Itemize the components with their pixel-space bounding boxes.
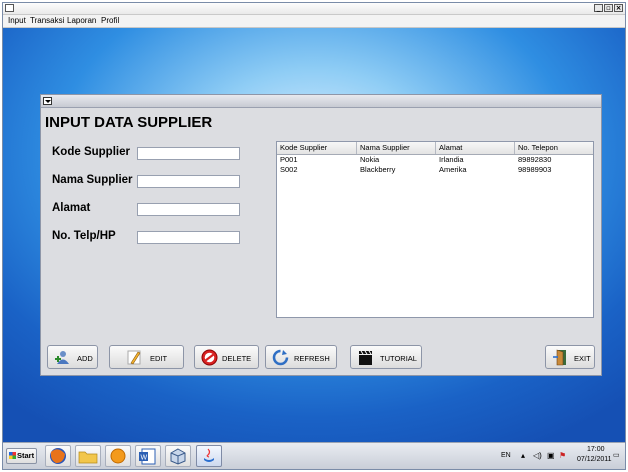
system-tray: EN ▴ ◁) ▣ ⚑ 17:00 07/12/2011 ▭ xyxy=(495,443,625,469)
clock-date[interactable]: 07/12/2011 xyxy=(577,456,612,463)
cell-telepon: 98989903 xyxy=(518,165,552,174)
taskbar-firefox[interactable] xyxy=(45,445,71,467)
add-label: ADD xyxy=(77,354,93,363)
table-header: Kode Supplier Nama Supplier Alamat No. T… xyxy=(277,142,593,155)
volume-icon[interactable]: ◁) xyxy=(533,451,542,460)
cube-icon xyxy=(170,448,186,465)
kode-supplier-input[interactable] xyxy=(137,147,240,160)
taskbar-app-orange[interactable] xyxy=(105,445,131,467)
folder-icon xyxy=(78,451,98,464)
java-app-icon xyxy=(5,4,14,12)
show-desktop-icon[interactable]: ▭ xyxy=(613,451,620,459)
supplier-internal-frame: INPUT DATA SUPPLIER Kode Supplier Nama S… xyxy=(40,94,602,376)
maximize-button[interactable]: ▫ xyxy=(604,4,613,12)
label-kode-supplier: Kode Supplier xyxy=(52,146,130,158)
svg-text:W: W xyxy=(141,455,148,462)
add-user-icon xyxy=(55,351,69,364)
tutorial-button[interactable]: TUTORIAL xyxy=(350,345,422,369)
label-alamat: Alamat xyxy=(52,202,91,214)
menu-input[interactable]: Input xyxy=(8,16,26,25)
clock-time[interactable]: 17:00 xyxy=(587,446,605,453)
refresh-icon xyxy=(272,349,289,366)
cell-alamat: Amerika xyxy=(439,165,467,174)
clapperboard-icon xyxy=(359,350,372,365)
no-telp-input[interactable] xyxy=(137,231,240,244)
header-nama-supplier[interactable]: Nama Supplier xyxy=(357,142,436,154)
table-row[interactable]: S002 Blackberry Amerika 98989903 xyxy=(277,165,593,175)
menu-transaksi[interactable]: Transaksi xyxy=(30,16,64,25)
pencil-icon xyxy=(127,350,141,365)
window-titlebar: _ ▫ × xyxy=(3,3,625,15)
alamat-input[interactable] xyxy=(137,203,240,216)
orange-app-icon xyxy=(110,448,126,464)
firefox-icon xyxy=(50,448,66,464)
header-alamat[interactable]: Alamat xyxy=(436,142,515,154)
cell-nama: Nokia xyxy=(360,155,380,164)
minimize-button[interactable]: _ xyxy=(594,4,603,12)
refresh-button[interactable]: REFRESH xyxy=(265,345,337,369)
desktop-pane: INPUT DATA SUPPLIER Kode Supplier Nama S… xyxy=(3,28,625,443)
edit-label: EDIT xyxy=(150,354,168,363)
no-entry-icon xyxy=(201,349,218,366)
cell-telepon: 89892830 xyxy=(518,155,552,164)
taskbar-virtualbox[interactable] xyxy=(165,445,191,467)
menu-laporan[interactable]: Laporan xyxy=(67,16,96,25)
taskbar: Start W EN ▴ ◁) ▣ ⚑ 17:00 07/12/2011 ▭ xyxy=(3,442,625,469)
menu-bar: Input Transaksi Laporan Profil xyxy=(3,15,625,28)
taskbar-explorer[interactable] xyxy=(75,445,101,467)
language-indicator[interactable]: EN xyxy=(501,452,511,459)
header-no-telepon[interactable]: No. Telepon xyxy=(515,142,593,154)
word-icon: W xyxy=(139,448,156,465)
close-button[interactable]: × xyxy=(614,4,623,12)
label-nama-supplier: Nama Supplier xyxy=(52,174,133,186)
tutorial-label: TUTORIAL xyxy=(380,354,417,363)
exit-button[interactable]: EXIT xyxy=(545,345,595,369)
taskbar-java[interactable] xyxy=(196,445,222,467)
form-title: INPUT DATA SUPPLIER xyxy=(45,114,213,131)
frame-menu-icon[interactable] xyxy=(43,97,52,105)
door-exit-icon xyxy=(553,349,566,366)
exit-label: EXIT xyxy=(574,354,591,363)
edit-button[interactable]: EDIT xyxy=(109,345,184,369)
refresh-label: REFRESH xyxy=(294,354,330,363)
java-icon xyxy=(204,448,214,462)
delete-label: DELETE xyxy=(222,354,252,363)
chevron-up-icon[interactable]: ▴ xyxy=(521,451,525,460)
start-button[interactable]: Start xyxy=(6,448,37,464)
add-button[interactable]: ADD xyxy=(47,345,98,369)
supplier-table[interactable]: Kode Supplier Nama Supplier Alamat No. T… xyxy=(276,141,594,318)
action-center-icon[interactable]: ⚑ xyxy=(559,451,566,460)
table-row[interactable]: P001 Nokia Irlandia 89892830 xyxy=(277,155,593,165)
delete-button[interactable]: DELETE xyxy=(194,345,259,369)
cell-nama: Blackberry xyxy=(360,165,396,174)
internal-frame-titlebar xyxy=(41,95,601,108)
application-window: _ ▫ × Input Transaksi Laporan Profil INP… xyxy=(2,2,626,470)
label-no-telp: No. Telp/HP xyxy=(52,230,116,242)
menu-profil[interactable]: Profil xyxy=(101,16,119,25)
cell-kode: S002 xyxy=(280,165,298,174)
taskbar-word[interactable]: W xyxy=(135,445,161,467)
cell-alamat: Irlandia xyxy=(439,155,464,164)
network-icon[interactable]: ▣ xyxy=(547,451,555,460)
cell-kode: P001 xyxy=(280,155,298,164)
nama-supplier-input[interactable] xyxy=(137,175,240,188)
header-kode-supplier[interactable]: Kode Supplier xyxy=(277,142,357,154)
